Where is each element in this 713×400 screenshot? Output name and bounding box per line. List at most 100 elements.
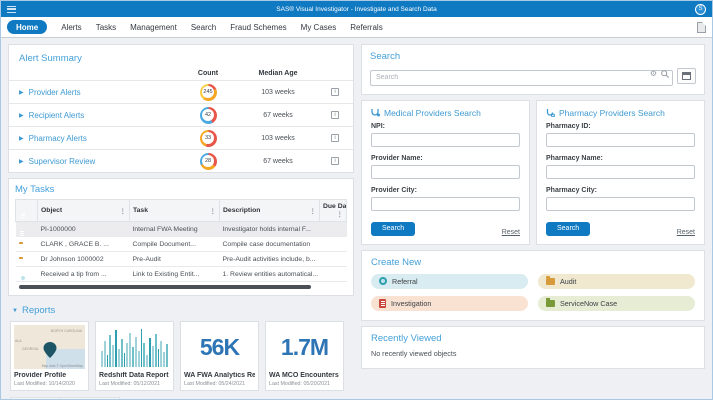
info-icon[interactable] <box>331 88 339 96</box>
provider-name-label: Provider Name: <box>371 154 423 162</box>
task-row[interactable]: PI-1000000 Internal FWA Meeting Investig… <box>15 221 347 237</box>
task-row[interactable]: CLARK , GRACE B. ... Compile Document...… <box>15 236 347 252</box>
alert-summary-title: Alert Summary <box>19 53 82 64</box>
task-name: Internal FWA Meeting <box>129 221 220 237</box>
report-tiles: NORTH CAROLINA GEORGIA ALA Map data © Op… <box>10 321 352 391</box>
npi-label: NPI: <box>371 122 385 130</box>
search-card: Search ⚙ <box>361 44 705 95</box>
pharmacy-providers-icon <box>546 109 555 117</box>
chevron-right-icon[interactable]: ▶ <box>19 158 24 165</box>
medical-reset-link[interactable]: Reset <box>502 229 520 236</box>
info-icon[interactable] <box>331 111 339 119</box>
column-menu-icon[interactable]: ⋮ <box>337 210 344 218</box>
report-tile-provider-profile[interactable]: NORTH CAROLINA GEORGIA ALA Map data © Op… <box>10 321 89 391</box>
tab-my-cases[interactable]: My Cases <box>301 23 337 32</box>
metric-value: 1.7M <box>280 333 329 360</box>
app-window: SAS® Visual Investigator - Investigate a… <box>0 0 713 400</box>
advanced-search-button[interactable] <box>677 67 696 84</box>
alert-row-label[interactable]: Pharmacy Alerts <box>29 134 87 143</box>
advanced-search-icon <box>682 71 691 80</box>
report-modified: Last Modified: 05/24/2021 <box>184 381 245 387</box>
tab-alerts[interactable]: Alerts <box>61 23 81 32</box>
create-investigation-button[interactable]: Investigation <box>371 295 528 311</box>
npi-input[interactable] <box>371 133 520 147</box>
alert-row-provider[interactable]: ▶ Provider Alerts 245 103 weeks <box>9 80 353 103</box>
search-icon[interactable] <box>661 69 669 78</box>
chevron-right-icon[interactable]: ▶ <box>19 89 24 96</box>
count-column-header: Count <box>197 70 219 77</box>
chevron-right-icon[interactable]: ▶ <box>19 112 24 119</box>
my-tasks-card: My Tasks Object ⋮ Task ⋮ Description ⋮ Due … <box>8 178 354 296</box>
recently-viewed-title: Recently Viewed <box>371 332 442 344</box>
medical-search-button[interactable]: Search <box>371 221 416 236</box>
alert-row-supervisor[interactable]: ▶ Supervisor Review 28 67 weeks <box>9 149 353 172</box>
create-referral-button[interactable]: Referral <box>371 273 528 289</box>
info-icon[interactable] <box>331 157 339 165</box>
tab-tasks[interactable]: Tasks <box>96 23 116 32</box>
count-donut: 33 <box>199 129 217 147</box>
pharmacy-id-input[interactable] <box>546 133 695 147</box>
create-new-title: Create New <box>371 256 422 268</box>
task-row[interactable]: Received a tip from ... Link to Existing… <box>15 266 347 282</box>
create-new-card: Create New Referral Audit Investigation <box>361 249 705 321</box>
alert-row-label[interactable]: Supervisor Review <box>29 157 96 166</box>
reports-title[interactable]: Reports <box>22 305 55 316</box>
alert-row-recipient[interactable]: ▶ Recipient Alerts 42 67 weeks <box>9 103 353 126</box>
provider-search-panels: Medical Providers Search NPI: Provider N… <box>361 99 705 245</box>
due-date-column-header[interactable]: Due Date⋮ <box>319 199 347 222</box>
description-column-header[interactable]: Description ⋮ <box>219 199 320 222</box>
column-menu-icon[interactable]: ⋮ <box>210 207 217 215</box>
alert-row-label[interactable]: Provider Alerts <box>29 88 81 97</box>
tab-fraud-schemes[interactable]: Fraud Schemes <box>230 23 286 32</box>
object-column-header[interactable]: Object ⋮ <box>37 199 130 222</box>
pharmacy-name-input[interactable] <box>546 165 695 179</box>
chevron-right-icon[interactable]: ▶ <box>19 135 24 142</box>
page-options-icon[interactable] <box>697 21 706 33</box>
task-column-header[interactable]: Task ⋮ <box>129 199 220 222</box>
map-attribution: Map data © OpenStreetMap <box>41 364 83 368</box>
recently-viewed-empty-text: No recently viewed objects <box>371 348 457 358</box>
pharmacy-city-input[interactable] <box>546 197 695 211</box>
my-tasks-title: My Tasks <box>15 184 55 195</box>
alert-summary-card: Alert Summary Count Median Age ▶ Provide… <box>8 44 354 173</box>
provider-city-input[interactable] <box>371 197 520 211</box>
alert-row-pharmacy[interactable]: ▶ Pharmacy Alerts 33 103 weeks <box>9 126 353 149</box>
search-input[interactable] <box>370 69 673 86</box>
tab-home[interactable]: Home <box>7 20 48 34</box>
task-due-date <box>319 221 347 237</box>
type-column-header[interactable] <box>15 199 38 222</box>
column-menu-icon[interactable]: ⋮ <box>310 207 317 215</box>
task-row[interactable]: Dr Johnson 1000002 Pre-Audit Pre-Audit a… <box>15 251 347 267</box>
tab-management[interactable]: Management <box>130 23 177 32</box>
report-modified: Last Modified: 10/14/2020 <box>14 381 75 387</box>
create-servicenow-case-button[interactable]: ServiceNow Case <box>538 295 695 311</box>
investigation-icon <box>379 298 386 308</box>
alert-row-label[interactable]: Recipient Alerts <box>29 111 85 120</box>
report-name: WA FWA Analytics Re... <box>184 372 255 379</box>
metric-value: 56K <box>199 333 240 360</box>
task-description: Compile case documentation <box>219 236 320 252</box>
task-object: Dr Johnson 1000002 <box>37 251 130 267</box>
info-icon[interactable] <box>331 134 339 142</box>
pharmacy-providers-search-panel: Pharmacy Providers Search Pharmacy ID: P… <box>536 99 705 245</box>
provider-name-input[interactable] <box>371 165 520 179</box>
report-tile-redshift[interactable]: Redshift Data Report Last Modified: 05/1… <box>95 321 174 391</box>
task-due-date <box>319 251 347 267</box>
report-tile-wa-mco[interactable]: 1.7M WA MCO Encounters ... Last Modified… <box>265 321 344 391</box>
report-tile-wa-fwa[interactable]: 56K WA FWA Analytics Re... Last Modified… <box>180 321 259 391</box>
search-settings-icon[interactable]: ⚙ <box>650 69 657 78</box>
horizontal-scrollbar[interactable] <box>19 285 312 289</box>
pharmacy-search-button[interactable]: Search <box>546 221 591 236</box>
task-name: Link to Existing Entit... <box>129 266 220 282</box>
create-audit-button[interactable]: Audit <box>538 273 695 289</box>
column-menu-icon[interactable]: ⋮ <box>120 207 127 215</box>
tab-referrals[interactable]: Referrals <box>350 23 382 32</box>
count-donut: 28 <box>199 152 217 170</box>
tab-search[interactable]: Search <box>191 23 216 32</box>
collapse-triangle-icon[interactable]: ▼ <box>12 308 18 314</box>
medical-search-title: Medical Providers Search <box>384 107 481 118</box>
map-label: GEORGIA <box>22 347 39 351</box>
bar-chart-preview <box>99 325 170 369</box>
pharmacy-id-label: Pharmacy ID: <box>546 122 591 130</box>
pharmacy-reset-link[interactable]: Reset <box>677 229 695 236</box>
